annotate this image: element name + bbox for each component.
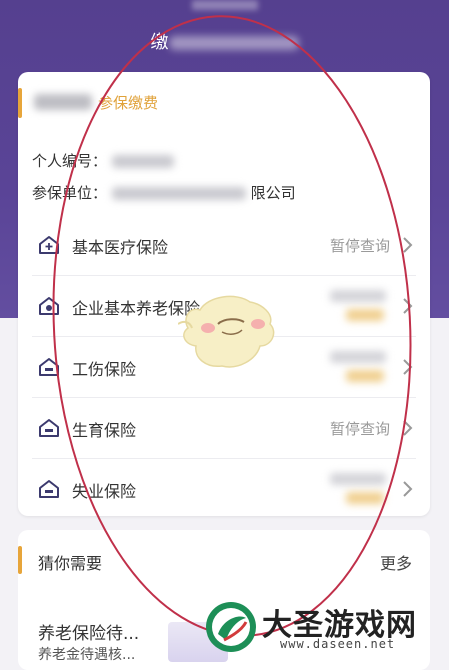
maternity-house-icon: [39, 419, 59, 437]
page-title-text: 缴: [150, 32, 169, 53]
redacted-title: [168, 36, 299, 50]
insurance-item-unemployment[interactable]: 失业保险: [32, 459, 416, 516]
injury-house-icon: [39, 358, 59, 376]
insurance-item-maternity[interactable]: 生育保险 暂停查询: [32, 398, 416, 459]
redacted-employer: [111, 187, 246, 200]
watermark-logo-icon: [206, 602, 256, 652]
redacted-amount: [346, 492, 384, 504]
suggestion-item-title[interactable]: 养老保险待...: [38, 619, 139, 644]
watermark-url: www.daseen.net: [280, 637, 396, 651]
insurance-label: 基本医疗保险: [72, 238, 169, 257]
insurance-label: 失业保险: [72, 482, 137, 501]
pension-house-icon: [39, 297, 59, 315]
insurance-status: 暂停查询: [329, 237, 390, 255]
site-watermark: 大圣游戏网 www.daseen.net: [200, 596, 449, 659]
page-title: 缴: [0, 28, 449, 54]
personal-id-row: 个人编号：: [32, 150, 174, 171]
suggestion-item-subtitle: 养老金待遇核...: [38, 647, 136, 663]
personal-id-label: 个人编号：: [32, 152, 108, 170]
redacted-personal-id: [111, 155, 174, 168]
insurance-status: 暂停查询: [329, 420, 390, 438]
suggestions-title: 猜你需要: [38, 554, 103, 573]
redacted-date: [330, 290, 386, 302]
mascot-sticker-icon: [178, 295, 275, 368]
hospital-house-icon: [39, 236, 59, 254]
chevron-right-icon: [403, 298, 413, 314]
employer-label: 参保单位：: [32, 184, 108, 202]
chevron-right-icon: [403, 420, 413, 436]
more-link[interactable]: 更多: [380, 550, 412, 574]
chevron-right-icon: [403, 237, 413, 253]
section-tag: 参保缴费: [98, 94, 159, 112]
chevron-right-icon: [403, 481, 413, 497]
section-accent-bar: [18, 88, 22, 118]
employer-row: 参保单位： 限公司: [32, 182, 296, 203]
redacted-name: [34, 94, 92, 110]
section-accent-bar: [18, 546, 22, 574]
redacted-date: [330, 351, 386, 363]
insurance-label: 生育保险: [72, 421, 137, 440]
redacted-date: [330, 473, 386, 485]
insurance-label: 工伤保险: [72, 360, 137, 379]
chevron-right-icon: [403, 359, 413, 375]
redacted-status-text: [192, 0, 258, 10]
redacted-amount: [346, 309, 384, 321]
unemployment-house-icon: [39, 480, 59, 498]
employer-suffix: 限公司: [250, 184, 296, 202]
redacted-amount: [346, 370, 384, 382]
insurance-item-medical[interactable]: 基本医疗保险 暂停查询: [32, 215, 416, 276]
